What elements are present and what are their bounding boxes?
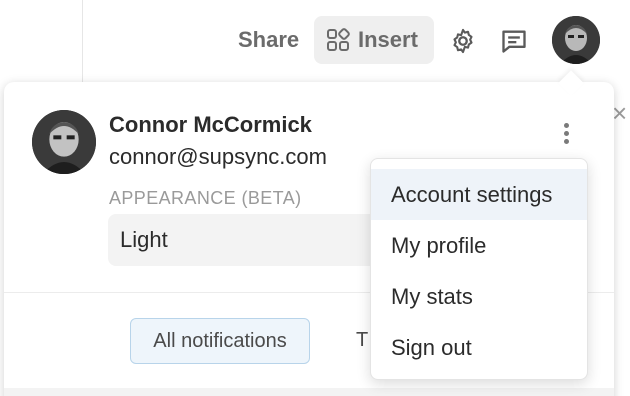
- comments-button[interactable]: [497, 24, 531, 58]
- avatar: [32, 110, 96, 174]
- insert-button[interactable]: Insert: [314, 16, 434, 64]
- account-dropdown-menu: Account settings My profile My stats Sig…: [370, 158, 588, 380]
- tab-next[interactable]: T: [356, 329, 370, 352]
- user-email: connor@supsync.com: [109, 144, 327, 169]
- menu-item-account-settings[interactable]: Account settings: [371, 169, 587, 220]
- appearance-label: APPEARANCE (BETA): [109, 188, 302, 208]
- close-icon[interactable]: ×: [612, 98, 627, 129]
- menu-item-my-profile[interactable]: My profile: [371, 220, 587, 271]
- share-button[interactable]: Share: [230, 22, 307, 58]
- more-vertical-icon: [563, 123, 569, 128]
- menu-item-sign-out[interactable]: Sign out: [371, 322, 587, 373]
- user-name: Connor McCormick: [109, 112, 312, 137]
- settings-button[interactable]: [446, 24, 480, 58]
- app-stage: Share Insert × Connor McCormick connor@s…: [0, 0, 630, 396]
- chat-icon: [502, 30, 526, 53]
- gear-icon: [453, 28, 473, 54]
- menu-item-my-stats[interactable]: My stats: [371, 271, 587, 322]
- more-options-button[interactable]: [556, 120, 576, 150]
- tab-all-notifications[interactable]: All notifications: [130, 318, 310, 364]
- user-avatar-button[interactable]: [552, 16, 600, 64]
- theme-select[interactable]: Light: [108, 214, 408, 266]
- apps-grid-icon: [327, 28, 350, 51]
- top-toolbar: Share Insert: [0, 14, 630, 70]
- insert-label: Insert: [358, 27, 418, 52]
- avatar-photo: [32, 110, 96, 174]
- avatar-photo: [552, 16, 600, 64]
- panel-bottom-strip: [4, 388, 614, 396]
